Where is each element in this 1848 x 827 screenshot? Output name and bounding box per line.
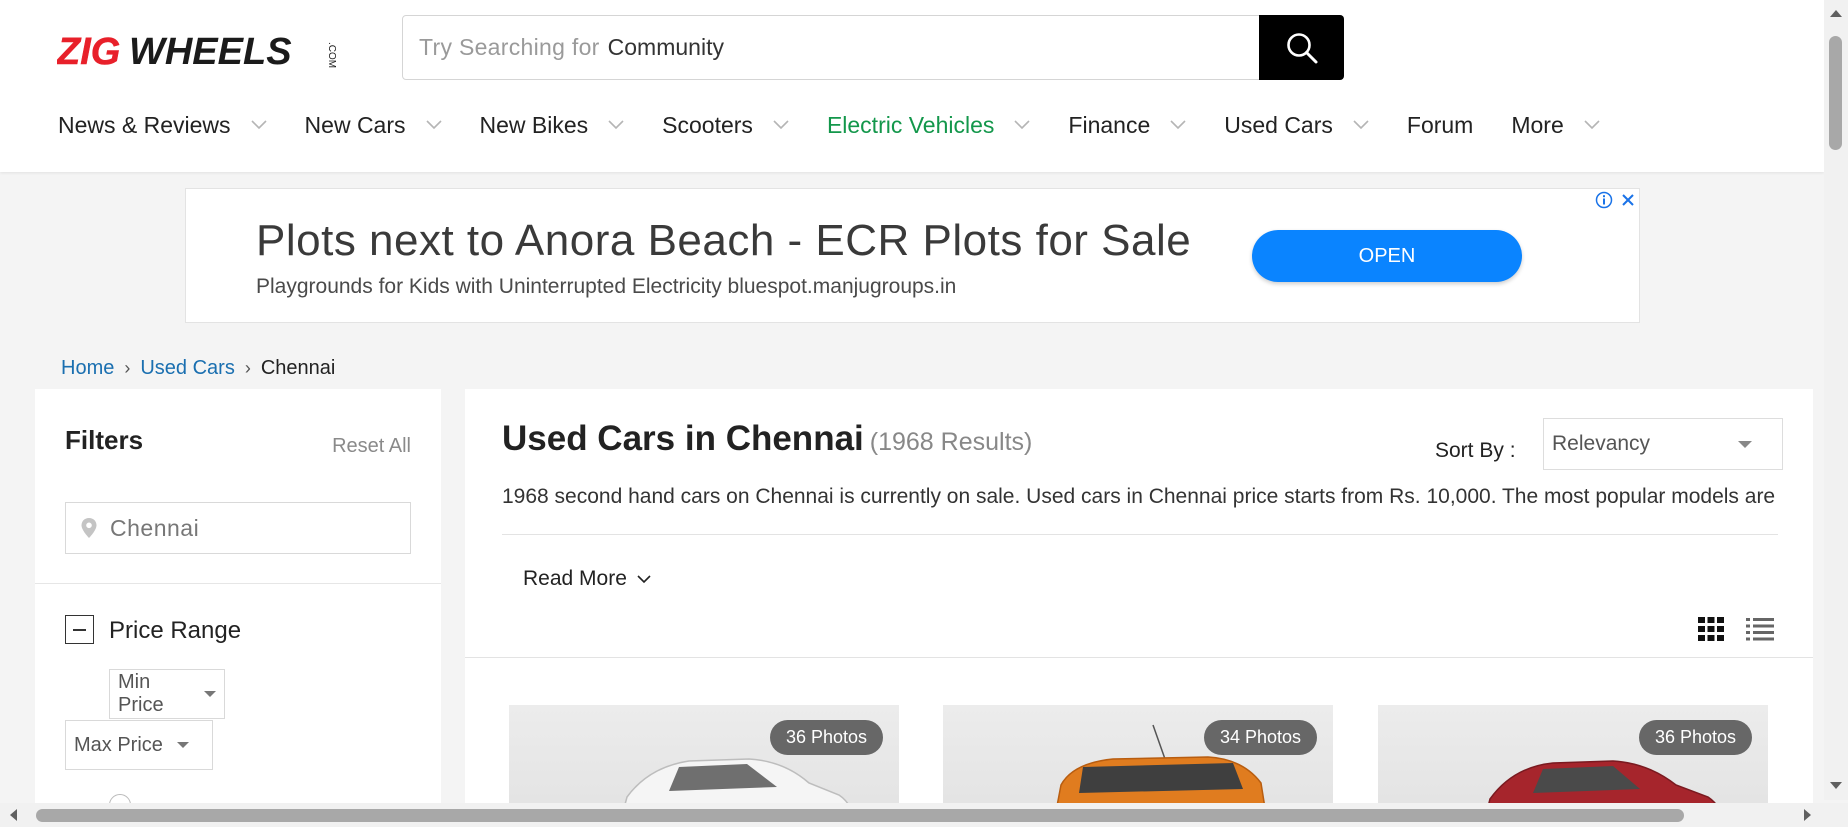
scroll-left-arrow-icon[interactable] xyxy=(10,809,17,821)
photo-count-badge: 36 Photos xyxy=(769,720,883,755)
max-price-value: Max Price xyxy=(74,733,163,756)
breadcrumb-used-cars[interactable]: Used Cars xyxy=(140,357,234,380)
zigwheels-logo[interactable]: ZIG WHEELS .COM xyxy=(56,30,337,74)
search-button[interactable] xyxy=(1259,15,1344,80)
search-input[interactable]: Try Searching for Community xyxy=(402,15,1344,80)
chevron-down-icon xyxy=(1014,120,1030,130)
scroll-right-arrow-icon[interactable] xyxy=(1804,809,1811,821)
nav-label: Scooters xyxy=(662,111,753,138)
max-price-select[interactable]: Max Price xyxy=(65,720,213,770)
price-range-label: Price Range xyxy=(109,617,242,644)
photo-count-badge: 36 Photos xyxy=(1638,720,1752,755)
min-price-value: Min Price xyxy=(118,671,164,716)
divider xyxy=(502,534,1778,535)
min-price-select[interactable]: Min Price xyxy=(109,669,225,719)
sort-label: Sort By : xyxy=(1435,439,1516,462)
ad-open-button[interactable]: OPEN xyxy=(1252,230,1522,282)
location-pin-icon xyxy=(81,518,97,538)
view-toggles xyxy=(1698,617,1774,646)
breadcrumb: Home › Used Cars › Chennai xyxy=(61,357,335,380)
city-input[interactable]: Chennai xyxy=(65,502,411,554)
chevron-down-icon xyxy=(608,120,624,130)
caret-down-icon xyxy=(176,742,189,748)
chevron-down-icon xyxy=(1584,120,1600,130)
results-description: 1968 second hand cars on Chennai is curr… xyxy=(502,485,1776,508)
horizontal-scroll-thumb[interactable] xyxy=(36,809,1684,822)
chevron-down-icon xyxy=(773,120,789,130)
ad-banner[interactable]: Plots next to Anora Beach - ECR Plots fo… xyxy=(185,188,1640,323)
ad-subtitle: Playgrounds for Kids with Uninterrupted … xyxy=(256,275,957,298)
nav-scooters[interactable]: Scooters xyxy=(662,112,789,139)
scrollbar-corner xyxy=(1824,803,1848,827)
svg-text:WHEELS: WHEELS xyxy=(129,31,292,70)
search-icon xyxy=(1286,32,1317,63)
nav-electric-vehicles[interactable]: Electric Vehicles xyxy=(827,112,1030,139)
vertical-scrollbar[interactable] xyxy=(1824,0,1848,800)
info-icon[interactable] xyxy=(1593,189,1615,211)
nav-label: News & Reviews xyxy=(58,111,231,138)
nav-more[interactable]: More xyxy=(1511,111,1600,139)
results-panel: Used Cars in Chennai (1968 Results) Sort … xyxy=(465,389,1813,827)
filters-panel: Filters Reset All Chennai Price Range Mi… xyxy=(35,389,441,827)
results-count: (1968 Results) xyxy=(869,428,1033,456)
nav-news-reviews[interactable]: News & Reviews xyxy=(58,112,267,139)
nav-label: More xyxy=(1511,111,1564,138)
nav-label: Finance xyxy=(1068,111,1151,138)
chevron-down-icon xyxy=(250,120,267,130)
logo-graphic: ZIG WHEELS .COM xyxy=(56,31,337,74)
svg-text:ZIG: ZIG xyxy=(57,31,120,70)
breadcrumb-separator: › xyxy=(124,358,131,378)
price-range-collapse-toggle[interactable] xyxy=(65,615,94,644)
minus-icon xyxy=(73,628,86,631)
nav-finance[interactable]: Finance xyxy=(1068,112,1186,139)
sort-value: Relevancy xyxy=(1552,432,1651,455)
divider xyxy=(465,657,1813,658)
main-nav: News & Reviews New Cars New Bikes Scoote… xyxy=(58,108,1638,142)
page-title: Used Cars in Chennai (1968 Results) xyxy=(502,419,1032,459)
ad-title: Plots next to Anora Beach - ECR Plots fo… xyxy=(256,216,1192,265)
page-title-text: Used Cars in Chennai xyxy=(502,419,864,458)
breadcrumb-separator: › xyxy=(244,358,251,378)
filters-title: Filters xyxy=(65,425,144,455)
ad-choices xyxy=(1593,189,1639,211)
horizontal-scrollbar[interactable] xyxy=(0,803,1824,827)
grid-view-icon[interactable] xyxy=(1698,617,1724,646)
list-view-icon[interactable] xyxy=(1746,617,1774,646)
breadcrumb-current: Chennai xyxy=(260,357,336,379)
sort-select[interactable]: Relevancy xyxy=(1543,418,1783,470)
photo-count-badge: 34 Photos xyxy=(1203,720,1317,755)
scroll-up-arrow-icon[interactable] xyxy=(1830,10,1842,17)
site-header: ZIG WHEELS .COM Try Searching for Commun… xyxy=(0,0,1824,172)
reset-all-link[interactable]: Reset All xyxy=(332,435,411,458)
chevron-down-icon xyxy=(637,574,651,583)
search-value: Community xyxy=(607,34,724,60)
nav-label: Forum xyxy=(1406,111,1474,138)
chevron-down-icon xyxy=(1353,120,1369,130)
city-value: Chennai xyxy=(110,514,200,541)
svg-text:.COM: .COM xyxy=(326,42,337,68)
divider xyxy=(35,583,441,584)
nav-used-cars[interactable]: Used Cars xyxy=(1224,112,1369,139)
chevron-down-icon xyxy=(1170,120,1186,130)
scroll-down-arrow-icon[interactable] xyxy=(1830,782,1842,789)
nav-label: New Cars xyxy=(304,111,406,138)
breadcrumb-home[interactable]: Home xyxy=(61,357,114,380)
caret-down-icon xyxy=(1738,441,1752,448)
close-icon[interactable] xyxy=(1617,189,1639,211)
nav-label: Used Cars xyxy=(1224,111,1333,138)
nav-label: New Bikes xyxy=(479,111,589,138)
search-placeholder: Try Searching for xyxy=(419,34,600,60)
nav-new-cars[interactable]: New Cars xyxy=(305,112,442,139)
vertical-scroll-thumb[interactable] xyxy=(1829,36,1842,150)
nav-new-bikes[interactable]: New Bikes xyxy=(480,112,625,139)
nav-label: Electric Vehicles xyxy=(826,111,995,138)
read-more-label: Read More xyxy=(523,567,627,590)
read-more-button[interactable]: Read More xyxy=(523,567,651,591)
caret-down-icon xyxy=(204,691,216,697)
nav-forum[interactable]: Forum xyxy=(1407,112,1473,139)
chevron-down-icon xyxy=(425,120,442,130)
